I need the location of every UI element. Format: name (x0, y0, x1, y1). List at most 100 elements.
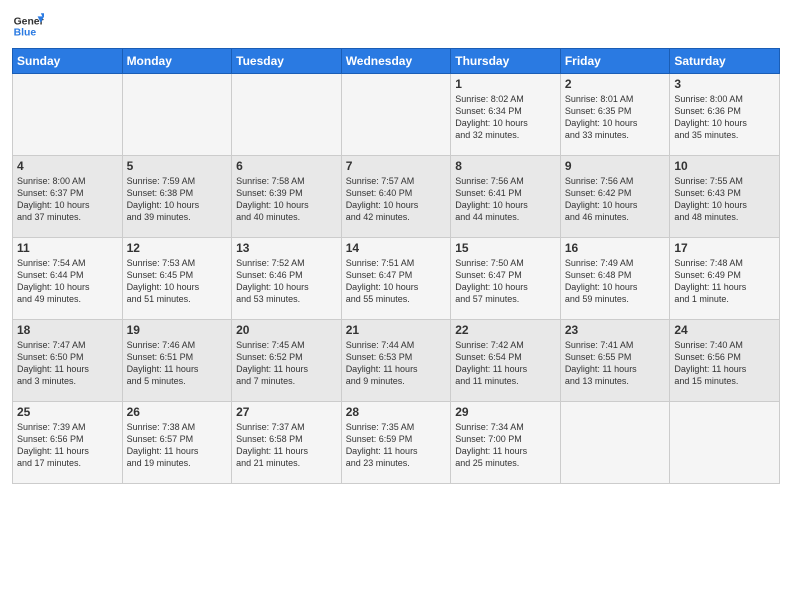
day-info: Sunrise: 7:52 AM Sunset: 6:46 PM Dayligh… (236, 257, 337, 306)
calendar-cell (560, 402, 670, 484)
calendar-cell: 4Sunrise: 8:00 AM Sunset: 6:37 PM Daylig… (13, 156, 123, 238)
day-info: Sunrise: 7:47 AM Sunset: 6:50 PM Dayligh… (17, 339, 118, 388)
calendar-cell: 1Sunrise: 8:02 AM Sunset: 6:34 PM Daylig… (451, 74, 561, 156)
calendar-cell: 5 Sunrise: 7:59 AM Sunset: 6:38 PM Daylig… (122, 156, 232, 238)
logo: General Blue (12, 10, 44, 42)
calendar-cell (670, 402, 780, 484)
calendar-cell: 18 Sunrise: 7:47 AM Sunset: 6:50 PM Dayli… (13, 320, 123, 402)
day-info: Sunrise: 7:51 AM Sunset: 6:47 PM Dayligh… (346, 257, 447, 306)
day-info: Sunrise: 7:57 AM Sunset: 6:40 PM Dayligh… (346, 175, 447, 224)
calendar-cell: 23 Sunrise: 7:41 AM Sunset: 6:55 PM Dayli… (560, 320, 670, 402)
day-number: 12 (127, 241, 228, 255)
week-row-1: 1Sunrise: 8:02 AM Sunset: 6:34 PM Daylig… (13, 74, 780, 156)
calendar-cell: 2Sunrise: 8:01 AM Sunset: 6:35 PM Daylig… (560, 74, 670, 156)
day-info: Sunrise: 7:34 AM Sunset: 7:00 PM Dayligh… (455, 421, 556, 470)
calendar-cell: 22 Sunrise: 7:42 AM Sunset: 6:54 PM Dayli… (451, 320, 561, 402)
day-number: 23 (565, 323, 666, 337)
day-info: Sunrise: 8:01 AM Sunset: 6:35 PM Dayligh… (565, 93, 666, 142)
header-day-friday: Friday (560, 49, 670, 74)
calendar-cell: 7 Sunrise: 7:57 AM Sunset: 6:40 PM Daylig… (341, 156, 451, 238)
day-number: 16 (565, 241, 666, 255)
day-number: 9 (565, 159, 666, 173)
calendar-cell: 9Sunrise: 7:56 AM Sunset: 6:42 PM Daylig… (560, 156, 670, 238)
day-number: 24 (674, 323, 775, 337)
day-number: 20 (236, 323, 337, 337)
day-number: 3 (674, 77, 775, 91)
day-number: 7 (346, 159, 447, 173)
day-info: Sunrise: 7:49 AM Sunset: 6:48 PM Dayligh… (565, 257, 666, 306)
calendar-cell (13, 74, 123, 156)
calendar-cell: 28 Sunrise: 7:35 AM Sunset: 6:59 PM Dayli… (341, 402, 451, 484)
calendar-cell: 14 Sunrise: 7:51 AM Sunset: 6:47 PM Dayli… (341, 238, 451, 320)
main-container: General Blue SundayMondayTuesdayWednesda… (0, 0, 792, 490)
week-row-4: 18 Sunrise: 7:47 AM Sunset: 6:50 PM Dayli… (13, 320, 780, 402)
calendar-cell: 17 Sunrise: 7:48 AM Sunset: 6:49 PM Dayli… (670, 238, 780, 320)
calendar-cell (341, 74, 451, 156)
day-number: 8 (455, 159, 556, 173)
calendar-cell: 10 Sunrise: 7:55 AM Sunset: 6:43 PM Dayli… (670, 156, 780, 238)
day-info: Sunrise: 7:59 AM Sunset: 6:38 PM Dayligh… (127, 175, 228, 224)
svg-text:Blue: Blue (14, 28, 37, 39)
calendar-header-row: SundayMondayTuesdayWednesdayThursdayFrid… (13, 49, 780, 74)
day-number: 14 (346, 241, 447, 255)
day-info: Sunrise: 8:00 AM Sunset: 6:37 PM Dayligh… (17, 175, 118, 224)
calendar-cell: 21Sunrise: 7:44 AM Sunset: 6:53 PM Dayli… (341, 320, 451, 402)
day-info: Sunrise: 7:50 AM Sunset: 6:47 PM Dayligh… (455, 257, 556, 306)
header-day-wednesday: Wednesday (341, 49, 451, 74)
day-info: Sunrise: 7:53 AM Sunset: 6:45 PM Dayligh… (127, 257, 228, 306)
day-info: Sunrise: 7:35 AM Sunset: 6:59 PM Dayligh… (346, 421, 447, 470)
calendar-table: SundayMondayTuesdayWednesdayThursdayFrid… (12, 48, 780, 484)
day-info: Sunrise: 7:48 AM Sunset: 6:49 PM Dayligh… (674, 257, 775, 306)
calendar-cell (232, 74, 342, 156)
day-number: 6 (236, 159, 337, 173)
day-number: 1 (455, 77, 556, 91)
week-row-5: 25 Sunrise: 7:39 AM Sunset: 6:56 PM Dayli… (13, 402, 780, 484)
calendar-cell: 19 Sunrise: 7:46 AM Sunset: 6:51 PM Dayli… (122, 320, 232, 402)
day-number: 22 (455, 323, 556, 337)
day-number: 10 (674, 159, 775, 173)
day-info: Sunrise: 7:56 AM Sunset: 6:41 PM Dayligh… (455, 175, 556, 224)
calendar-cell: 26 Sunrise: 7:38 AM Sunset: 6:57 PM Dayli… (122, 402, 232, 484)
day-info: Sunrise: 7:38 AM Sunset: 6:57 PM Dayligh… (127, 421, 228, 470)
day-number: 5 (127, 159, 228, 173)
week-row-2: 4Sunrise: 8:00 AM Sunset: 6:37 PM Daylig… (13, 156, 780, 238)
day-info: Sunrise: 7:39 AM Sunset: 6:56 PM Dayligh… (17, 421, 118, 470)
calendar-cell: 3 Sunrise: 8:00 AM Sunset: 6:36 PM Daylig… (670, 74, 780, 156)
day-number: 27 (236, 405, 337, 419)
calendar-cell: 24 Sunrise: 7:40 AM Sunset: 6:56 PM Dayli… (670, 320, 780, 402)
header-day-saturday: Saturday (670, 49, 780, 74)
calendar-cell: 12 Sunrise: 7:53 AM Sunset: 6:45 PM Dayli… (122, 238, 232, 320)
day-info: Sunrise: 8:00 AM Sunset: 6:36 PM Dayligh… (674, 93, 775, 142)
logo-icon: General Blue (12, 10, 44, 42)
day-number: 25 (17, 405, 118, 419)
day-number: 26 (127, 405, 228, 419)
day-info: Sunrise: 7:41 AM Sunset: 6:55 PM Dayligh… (565, 339, 666, 388)
day-number: 19 (127, 323, 228, 337)
calendar-cell: 20Sunrise: 7:45 AM Sunset: 6:52 PM Dayli… (232, 320, 342, 402)
header-row: General Blue (12, 10, 780, 42)
header-day-thursday: Thursday (451, 49, 561, 74)
calendar-cell: 11Sunrise: 7:54 AM Sunset: 6:44 PM Dayli… (13, 238, 123, 320)
calendar-cell: 6 Sunrise: 7:58 AM Sunset: 6:39 PM Daylig… (232, 156, 342, 238)
day-number: 13 (236, 241, 337, 255)
day-number: 17 (674, 241, 775, 255)
day-info: Sunrise: 7:55 AM Sunset: 6:43 PM Dayligh… (674, 175, 775, 224)
day-number: 18 (17, 323, 118, 337)
day-number: 11 (17, 241, 118, 255)
calendar-cell: 29 Sunrise: 7:34 AM Sunset: 7:00 PM Dayli… (451, 402, 561, 484)
day-info: Sunrise: 7:58 AM Sunset: 6:39 PM Dayligh… (236, 175, 337, 224)
day-info: Sunrise: 7:42 AM Sunset: 6:54 PM Dayligh… (455, 339, 556, 388)
day-info: Sunrise: 7:40 AM Sunset: 6:56 PM Dayligh… (674, 339, 775, 388)
calendar-cell: 27 Sunrise: 7:37 AM Sunset: 6:58 PM Dayli… (232, 402, 342, 484)
day-info: Sunrise: 7:37 AM Sunset: 6:58 PM Dayligh… (236, 421, 337, 470)
day-info: Sunrise: 7:46 AM Sunset: 6:51 PM Dayligh… (127, 339, 228, 388)
day-number: 28 (346, 405, 447, 419)
calendar-cell: 25 Sunrise: 7:39 AM Sunset: 6:56 PM Dayli… (13, 402, 123, 484)
calendar-cell: 15 Sunrise: 7:50 AM Sunset: 6:47 PM Dayli… (451, 238, 561, 320)
calendar-cell: 16 Sunrise: 7:49 AM Sunset: 6:48 PM Dayli… (560, 238, 670, 320)
header-day-tuesday: Tuesday (232, 49, 342, 74)
header-day-monday: Monday (122, 49, 232, 74)
calendar-cell (122, 74, 232, 156)
day-number: 29 (455, 405, 556, 419)
day-number: 15 (455, 241, 556, 255)
